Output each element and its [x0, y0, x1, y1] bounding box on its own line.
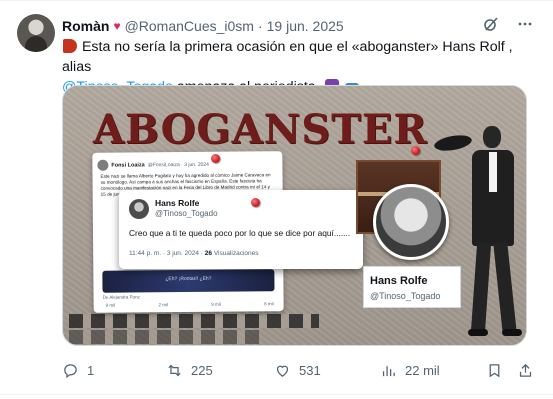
embedded-actions: 9 mil 2 mil 9 mil 8 mil — [106, 301, 274, 307]
embedded-author-handle: @FonsiLoaiza · 3 jun. 2024 — [147, 161, 209, 168]
shirt-shape — [489, 152, 497, 192]
tweet-actions: 1 225 531 22 mil — [62, 360, 532, 380]
like-count: 531 — [299, 362, 321, 378]
embedded-author-name: Fonsi Loaiza — [111, 161, 145, 169]
repost-button[interactable]: 225 — [166, 362, 213, 379]
more-options-icon[interactable] — [517, 16, 533, 35]
embedded-footer: De Alejandra Ponz — [102, 294, 140, 300]
reply-count: 1 — [87, 362, 95, 378]
like-button[interactable]: 531 — [274, 362, 321, 379]
embedded-views-count: 26 — [204, 250, 212, 257]
tweet-date[interactable]: 19 jun. 2025 — [267, 18, 344, 34]
tweet-media-image[interactable]: ABOGANSTER Fonsi Loaiza @FonsiLoaiza · 3… — [62, 85, 527, 346]
pin-icon — [251, 198, 260, 207]
profile-portrait — [373, 184, 449, 260]
pin-icon — [211, 154, 220, 163]
repost-count: 225 — [191, 362, 213, 378]
leg-shape — [493, 241, 517, 335]
embedded-avatar — [97, 159, 109, 171]
embedded-video-thumbnail: ¿Eh? ¡Rontarí! ¿Eh? — [102, 269, 275, 293]
profile-name: Hans Rolfe — [370, 275, 428, 287]
heart-emoji-icon: ♥ — [113, 19, 121, 33]
shoe-shape — [502, 329, 522, 336]
megaphone-icon — [63, 39, 77, 53]
embedded-tweet-meta: 11:44 p. m. · 3 jun. 2024 · 26 Visualiza… — [129, 250, 259, 257]
tape-decoration — [69, 314, 319, 328]
embedded-action-count: 8 mil — [264, 301, 274, 307]
embedded-tweet-hans: Hans Rolfe @Tinoso_Togado Creo que a ti … — [119, 190, 363, 269]
pin-icon — [411, 146, 420, 155]
embedded-action-count: 2 mil — [158, 302, 168, 308]
views-icon — [382, 365, 395, 376]
embedded-avatar — [129, 199, 149, 219]
bookmark-button[interactable] — [486, 362, 503, 379]
embedded-author-name: Hans Rolfe — [155, 198, 200, 208]
tape-decoration — [69, 330, 259, 344]
tweet-header: Romàn ♥ @RomanCues_i0sm · 19 jun. 2025 — [62, 17, 344, 35]
repost-icon — [168, 364, 181, 376]
shoe-shape — [468, 329, 488, 336]
embedded-time: 11:44 p. m. · 3 jun. 2024 · — [129, 250, 203, 257]
tweet[interactable]: Romàn ♥ @RomanCues_i0sm · 19 jun. 2025 E… — [0, 0, 553, 399]
media-headline: ABOGANSTER — [93, 106, 428, 153]
embedded-action-count: 9 mil — [211, 301, 221, 307]
embedded-tweet-body: Creo que a ti te queda poco por lo que s… — [129, 228, 351, 238]
avatar[interactable] — [17, 14, 55, 52]
separator: · — [257, 18, 263, 34]
share-button[interactable] — [517, 362, 534, 379]
heart-icon — [276, 365, 289, 377]
tweet-text-part1: Esta no sería la primera ocasión en que … — [62, 39, 513, 75]
divider — [0, 394, 553, 395]
grok-icon[interactable] — [483, 16, 499, 35]
reply-icon — [64, 363, 77, 378]
leg-shape — [470, 241, 492, 335]
embedded-views-label: Visualizaciones — [213, 250, 259, 257]
share-icon — [519, 363, 532, 377]
reply-button[interactable]: 1 — [62, 362, 94, 379]
views-count: 22 mil — [405, 362, 440, 378]
profile-handle: @Tinoso_Togado — [370, 291, 441, 301]
embedded-tweet-header: Fonsi Loaiza @FonsiLoaiza · 3 jun. 2024 — [97, 159, 209, 171]
author-name[interactable]: Romàn — [62, 18, 109, 34]
author-handle[interactable]: @RomanCues_i0sm — [125, 18, 254, 34]
views-button[interactable]: 22 mil — [380, 362, 440, 379]
gangster-silhouette — [433, 124, 526, 344]
tweet-top-icons — [483, 16, 533, 35]
bookmark-icon — [489, 363, 500, 377]
head-shape — [483, 126, 501, 148]
embedded-action-count: 9 mil — [105, 302, 116, 308]
profile-card: Hans Rolfe @Tinoso_Togado — [363, 266, 461, 308]
embedded-author-handle: @Tinoso_Togado — [155, 209, 218, 218]
